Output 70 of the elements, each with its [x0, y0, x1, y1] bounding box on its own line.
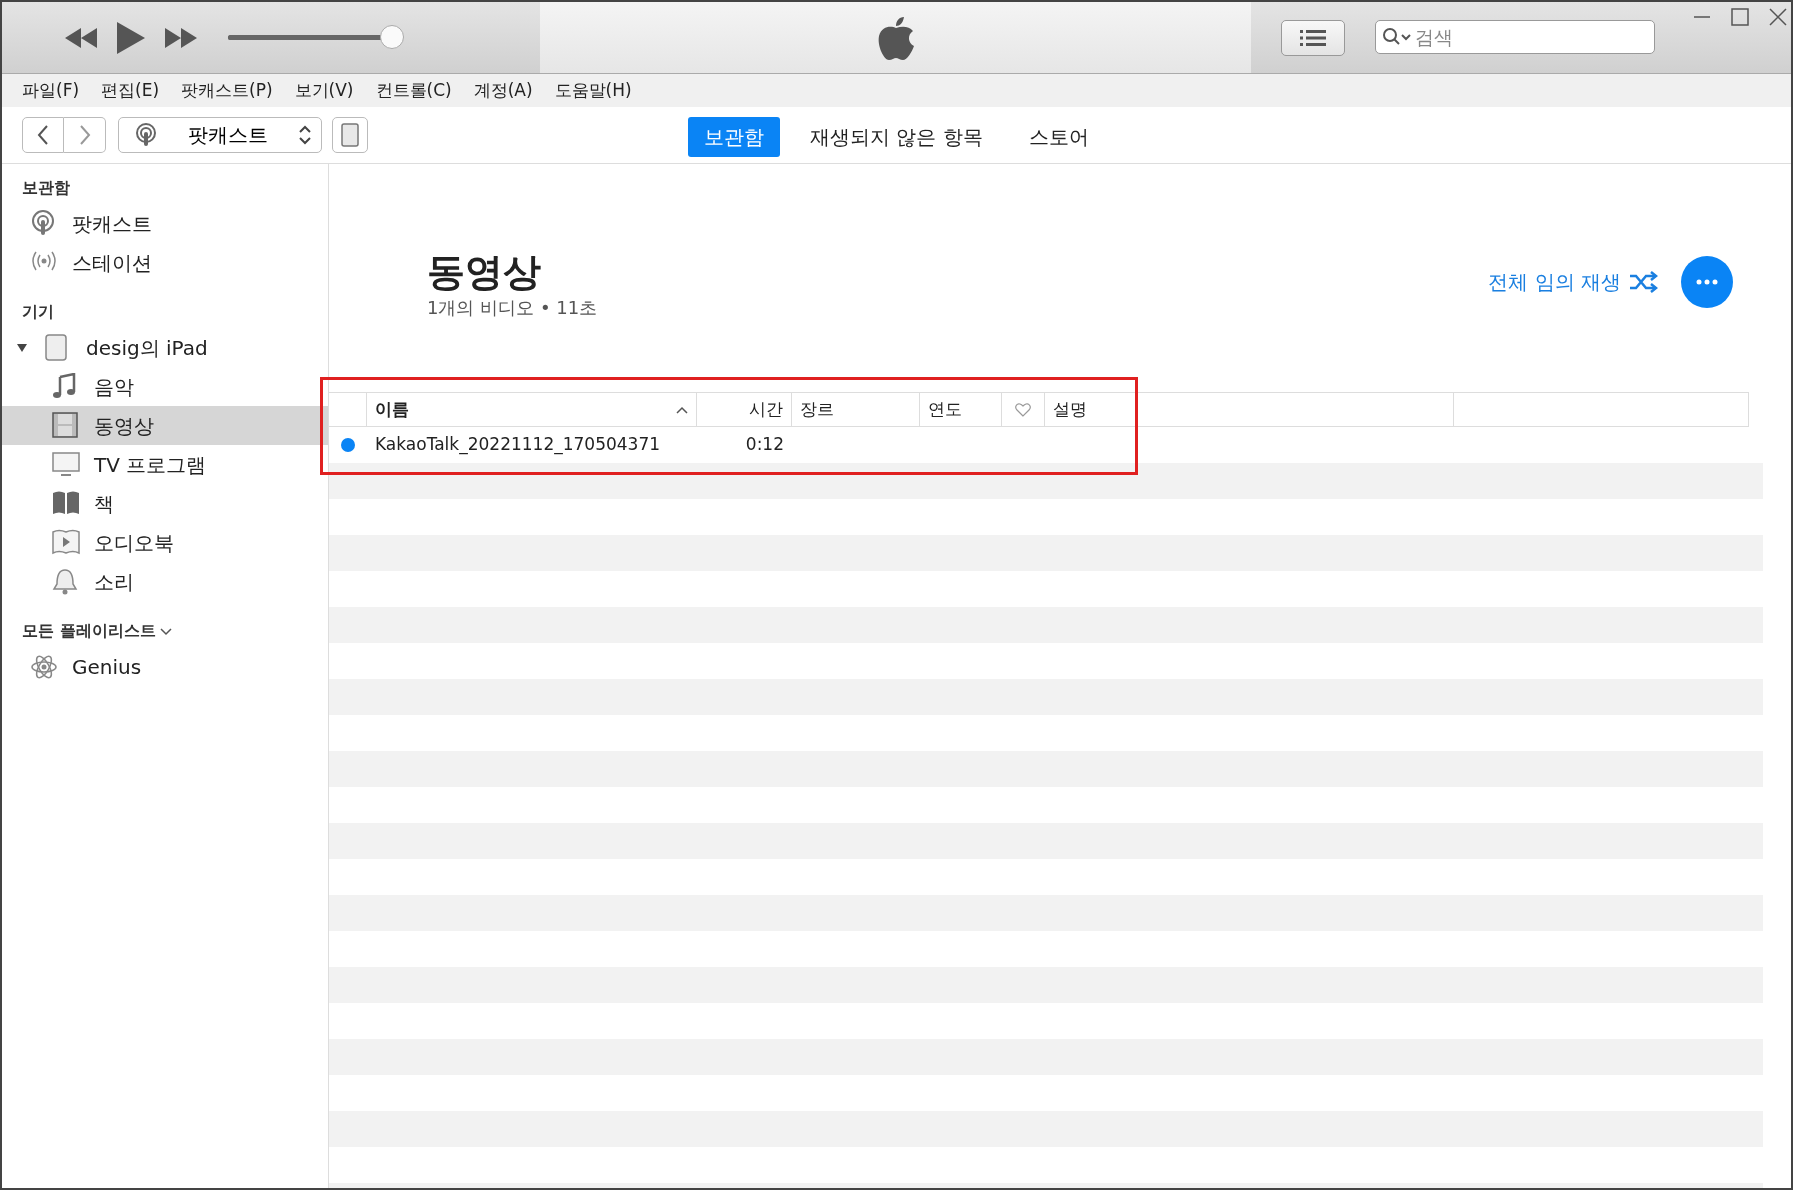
search-icon — [1382, 27, 1412, 47]
sidebar-item[interactable]: 오디오북 — [2, 523, 328, 562]
monitor-icon — [52, 451, 80, 478]
back-button[interactable] — [22, 117, 64, 153]
tab[interactable]: 스토어 — [1012, 117, 1105, 157]
rewind-icon — [64, 26, 98, 49]
menu-item[interactable]: 팟캐스트(P) — [181, 77, 273, 104]
chevron-right-icon — [78, 125, 91, 145]
sidebar-item[interactable]: 책 — [2, 484, 328, 523]
maximize-icon — [1731, 8, 1749, 26]
search-field[interactable]: 검색 — [1375, 20, 1655, 54]
chevron-down-icon[interactable] — [159, 627, 172, 636]
page-subtitle: 1개의 비디오 • 11초 — [427, 295, 598, 320]
section-heading: 보관함 — [22, 178, 70, 197]
tab[interactable]: 재생되지 않은 항목 — [794, 117, 999, 157]
shuffle-icon — [1629, 271, 1659, 293]
sidebar-item[interactable]: TV 프로그램 — [2, 445, 328, 484]
up-down-caret-icon — [299, 125, 311, 145]
column-header[interactable]: 연도 — [928, 396, 962, 423]
forward-button[interactable] — [64, 117, 106, 153]
close-icon — [1769, 8, 1787, 26]
book-icon — [52, 490, 80, 517]
audiobook-icon — [52, 529, 80, 556]
play-button[interactable] — [116, 20, 146, 55]
menu-item[interactable]: 편집(E) — [101, 77, 160, 104]
sidebar-item[interactable]: 동영상 — [2, 406, 328, 445]
column-header[interactable]: 시간 — [749, 396, 783, 423]
sidebar-item[interactable]: 스테이션 — [2, 243, 328, 282]
tab[interactable]: 보관함 — [688, 117, 780, 157]
media-type-dropdown[interactable]: 팟캐스트 — [118, 117, 322, 153]
chevron-left-icon — [37, 125, 49, 145]
sidebar-item[interactable]: 소리 — [2, 562, 328, 601]
expanded-triangle-icon[interactable] — [17, 342, 27, 353]
atom-icon — [30, 653, 58, 680]
list-icon — [1300, 29, 1326, 47]
sidebar-item[interactable]: 음악 — [2, 367, 328, 406]
list-view-button[interactable] — [1281, 20, 1345, 56]
section-heading[interactable]: 모든 플레이리스트 — [22, 621, 156, 640]
close-button[interactable] — [1769, 8, 1787, 26]
table-cell: 0:12 — [745, 434, 784, 455]
section-heading: 기기 — [22, 302, 54, 321]
more-icon — [1696, 279, 1718, 285]
menu-item[interactable]: 계정(A) — [473, 77, 533, 104]
page-title: 동영상 — [427, 252, 541, 294]
menu-item[interactable]: 파일(F) — [22, 77, 80, 104]
device-button[interactable] — [332, 117, 368, 153]
more-button[interactable] — [1681, 256, 1733, 308]
bell-icon — [52, 568, 80, 595]
minimize-icon — [1693, 16, 1711, 18]
fast-forward-button[interactable] — [164, 26, 198, 49]
shuffle-all-link[interactable]: 전체 임의 재생 — [1482, 266, 1665, 298]
rewind-button[interactable] — [64, 26, 98, 49]
column-header[interactable]: 이름 — [375, 396, 409, 423]
play-icon — [116, 20, 146, 55]
sidebar-item[interactable]: Genius — [2, 647, 328, 686]
column-header[interactable]: 설명 — [1053, 396, 1087, 423]
podcast-icon — [135, 123, 157, 147]
sidebar-item[interactable]: 팟캐스트 — [2, 204, 328, 243]
menu-item[interactable]: 도움말(H) — [554, 77, 632, 104]
sidebar-item[interactable]: desig의 iPad — [2, 328, 328, 367]
menu-item[interactable]: 컨트롤(C) — [375, 77, 452, 104]
heart-icon[interactable] — [1015, 402, 1031, 417]
tablet-icon — [341, 123, 359, 147]
slider-thumb[interactable] — [380, 25, 404, 49]
maximize-button[interactable] — [1731, 8, 1749, 26]
menu-item[interactable]: 보기(V) — [294, 77, 354, 104]
table-cell: KakaoTalk_20221112_170504371 — [375, 434, 661, 455]
fast-forward-icon — [164, 26, 198, 49]
film-icon — [52, 412, 80, 439]
column-header[interactable]: 장르 — [800, 396, 834, 423]
